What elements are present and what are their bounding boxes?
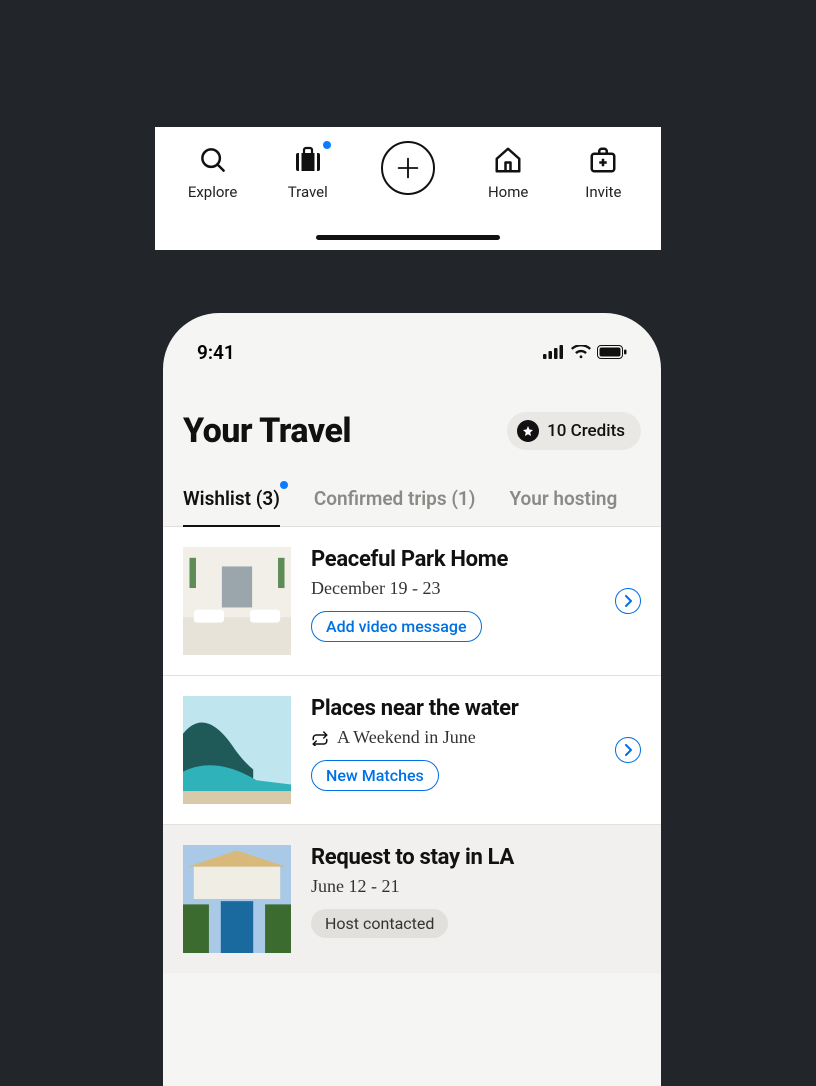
wishlist-list: Peaceful Park Home December 19 - 23 Add … — [163, 527, 661, 973]
thumbnail-image — [183, 845, 291, 953]
repeat-icon — [311, 730, 329, 746]
phone-screen: 9:41 Your Travel 10 Credits — [163, 313, 661, 1086]
tab-bar-row: Explore Travel — [155, 127, 661, 201]
chevron-right-icon[interactable] — [615, 588, 641, 614]
chevron-right-icon[interactable] — [615, 737, 641, 763]
row-title: Places near the water — [311, 696, 595, 721]
status-time: 9:41 — [197, 341, 235, 364]
tab-invite[interactable]: Invite — [566, 143, 640, 201]
tab-home[interactable]: Home — [471, 143, 545, 201]
row-subtitle: December 19 - 23 — [311, 578, 595, 599]
search-icon — [198, 143, 228, 177]
list-item[interactable]: Places near the water A Weekend in June … — [163, 676, 661, 825]
tab-travel-label: Travel — [288, 183, 328, 201]
page-title: Your Travel — [183, 411, 351, 451]
new-matches-button[interactable]: New Matches — [311, 760, 439, 791]
thumbnail-image — [183, 696, 291, 804]
tab-confirmed[interactable]: Confirmed trips (1) — [314, 487, 476, 526]
house-icon — [493, 143, 523, 177]
home-indicator — [316, 235, 500, 240]
list-item[interactable]: Peaceful Park Home December 19 - 23 Add … — [163, 527, 661, 676]
credits-pill[interactable]: 10 Credits — [507, 412, 641, 450]
wifi-icon — [571, 345, 591, 359]
status-chip: Host contacted — [311, 909, 448, 938]
tab-add[interactable] — [366, 143, 450, 197]
list-item[interactable]: Request to stay in LA June 12 - 21 Host … — [163, 825, 661, 973]
tab-wishlist-label: Wishlist (3) — [183, 487, 280, 510]
add-video-button[interactable]: Add video message — [311, 611, 482, 642]
row-subtitle-text: A Weekend in June — [337, 727, 476, 748]
plus-icon — [394, 154, 422, 182]
tab-wishlist[interactable]: Wishlist (3) — [183, 487, 280, 526]
tab-explore[interactable]: Explore — [176, 143, 250, 201]
tab-travel[interactable]: Travel — [271, 143, 345, 201]
cellular-icon — [543, 345, 565, 359]
notification-dot — [323, 141, 331, 149]
row-body: Places near the water A Weekend in June … — [311, 696, 595, 791]
row-body: Peaceful Park Home December 19 - 23 Add … — [311, 547, 595, 642]
status-bar: 9:41 — [163, 313, 661, 369]
row-body: Request to stay in LA June 12 - 21 Host … — [311, 845, 641, 938]
thumbnail-image — [183, 547, 291, 655]
tab-bar-panel: Explore Travel — [155, 127, 661, 250]
status-icons — [543, 345, 627, 359]
tab-invite-label: Invite — [585, 183, 621, 201]
invite-icon — [588, 143, 618, 177]
add-button[interactable] — [381, 141, 435, 195]
credits-label: 10 Credits — [547, 421, 625, 441]
tab-explore-label: Explore — [188, 183, 238, 201]
page-header: Your Travel 10 Credits — [163, 369, 661, 451]
row-title: Request to stay in LA — [311, 845, 641, 870]
row-subtitle: A Weekend in June — [311, 727, 595, 748]
star-icon — [517, 420, 539, 442]
row-title: Peaceful Park Home — [311, 547, 595, 572]
tab-hosting[interactable]: Your hosting — [509, 487, 617, 526]
notification-dot — [280, 481, 288, 489]
content-tabs: Wishlist (3) Confirmed trips (1) Your ho… — [163, 451, 661, 527]
suitcase-icon — [292, 143, 324, 177]
row-subtitle: June 12 - 21 — [311, 876, 641, 897]
tab-home-label: Home — [488, 183, 528, 201]
battery-icon — [597, 345, 627, 359]
